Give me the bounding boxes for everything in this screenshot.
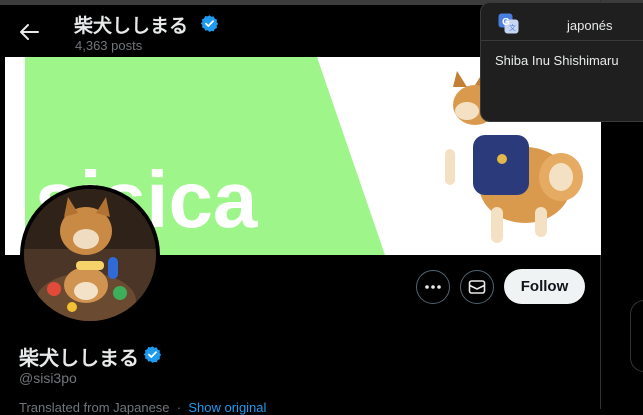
posts-count: 4,363 posts	[75, 38, 143, 53]
header-name: 柴犬ししまる	[74, 16, 189, 37]
svg-text:文: 文	[509, 23, 516, 32]
translation-note: Translated from Japanese · Show original	[19, 400, 267, 415]
translate-popup: G 文 japonés Shiba Inu Shishimaru	[480, 2, 643, 122]
more-icon	[425, 285, 441, 289]
profile-handle: @sisi3po	[19, 370, 77, 386]
translation-result: Shiba Inu Shishimaru	[495, 53, 619, 68]
avatar[interactable]	[24, 189, 156, 321]
envelope-icon	[468, 280, 486, 294]
verified-badge-icon	[143, 345, 162, 369]
more-options-button[interactable]	[416, 270, 450, 304]
translate-language[interactable]: japonés	[567, 18, 613, 33]
back-arrow-icon[interactable]	[18, 21, 42, 43]
popup-divider	[481, 40, 643, 41]
side-panel-edge	[630, 300, 643, 372]
verified-badge-icon	[200, 14, 219, 38]
follow-button[interactable]: Follow	[504, 269, 585, 304]
show-original-link[interactable]: Show original	[188, 400, 266, 415]
profile-name: 柴犬ししまる	[19, 348, 139, 370]
message-button[interactable]	[460, 270, 494, 304]
translated-label: Translated from Japanese	[19, 400, 170, 415]
google-translate-icon[interactable]: G 文	[498, 13, 519, 34]
